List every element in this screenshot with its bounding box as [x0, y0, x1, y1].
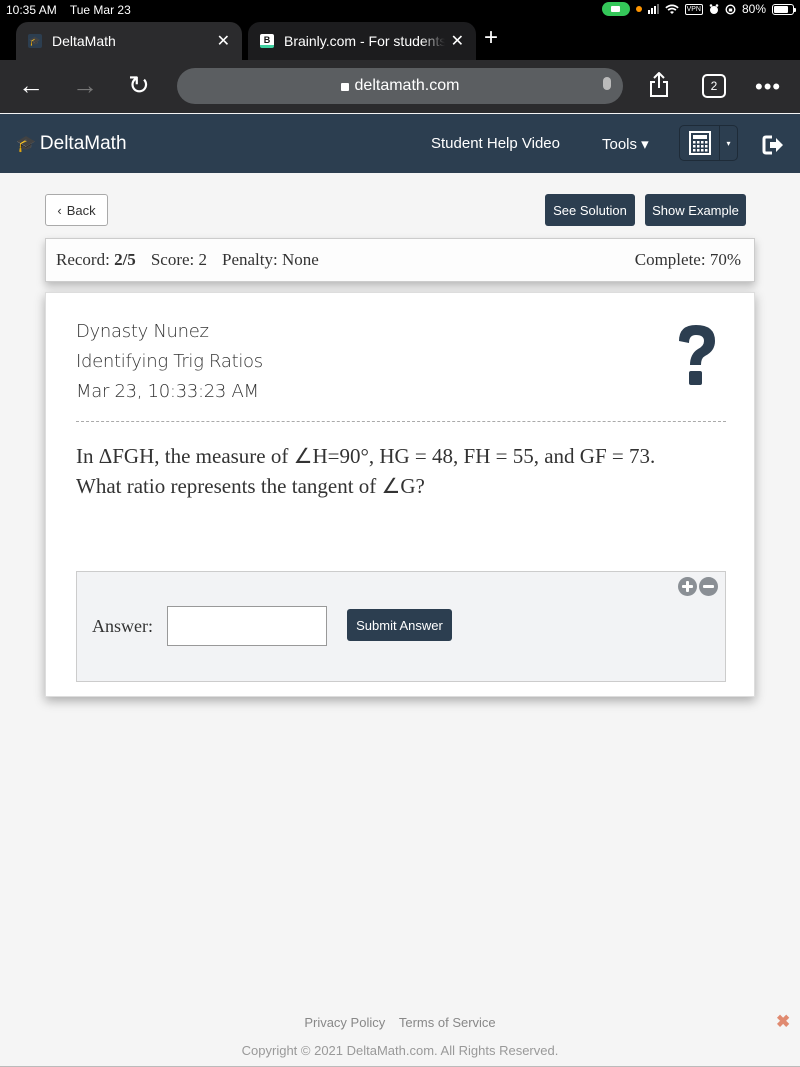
browser-tab-deltamath[interactable]: 🎓 DeltaMath ✕ [16, 22, 242, 60]
student-info: Dynasty Nunez Identifying Trig Ratios Ma… [76, 317, 263, 407]
close-footer-icon[interactable]: ✖ [776, 1012, 790, 1032]
show-example-button[interactable]: Show Example [645, 194, 746, 226]
divider [76, 421, 726, 422]
problem-card: Dynasty Nunez Identifying Trig Ratios Ma… [45, 292, 755, 697]
tab-title: DeltaMath [52, 33, 116, 49]
logout-icon[interactable] [762, 134, 784, 156]
complete-stat: Complete: 70% [634, 250, 741, 269]
question-mark-icon[interactable] [671, 321, 721, 391]
tab-count-button[interactable]: 2 [702, 74, 726, 98]
more-menu-button[interactable]: ••• [755, 74, 781, 100]
url-text: deltamath.com [354, 77, 460, 94]
copyright-text: Copyright © 2021 DeltaMath.com. All Righ… [241, 1043, 559, 1058]
status-date: Tue Mar 23 [69, 3, 131, 17]
vpn-badge: VPN [684, 3, 703, 15]
battery-icon [772, 3, 796, 15]
lock-icon [340, 83, 349, 91]
logo-text: DeltaMath [39, 133, 127, 154]
microphone-indicator-icon [635, 6, 642, 12]
battery-percent: 80% [741, 2, 766, 16]
status-time: 10:35 AM [6, 3, 57, 17]
reload-button[interactable]: ↻ [128, 70, 150, 101]
brainly-b-icon: B [260, 34, 274, 48]
address-bar[interactable]: deltamath.com [177, 68, 623, 104]
footer-links: Privacy Policy Terms of Service [0, 1015, 800, 1030]
deltamath-logo[interactable]: 🎓 DeltaMath [16, 133, 127, 155]
problem-topic: Identifying Trig Ratios [76, 351, 263, 372]
score-stat: Score: 2 [150, 250, 207, 269]
zoom-out-icon[interactable] [699, 577, 718, 596]
question-text: In ΔFGH, the measure of ∠H=90°, HG = 48,… [76, 444, 656, 498]
calculator-button[interactable]: ▾ [679, 125, 738, 161]
graduation-cap-icon: 🎓 [16, 136, 36, 153]
close-tab-icon[interactable]: ✕ [451, 31, 464, 51]
see-solution-button[interactable]: See Solution [545, 194, 635, 226]
browser-tab-brainly[interactable]: B Brainly.com - For students. By student… [248, 22, 476, 60]
calculator-dropdown-caret[interactable]: ▾ [720, 126, 737, 160]
browser-tab-bar: 🎓 DeltaMath ✕ B Brainly.com - For studen… [0, 20, 800, 60]
terms-of-service-link[interactable]: Terms of Service [399, 1015, 496, 1030]
microphone-icon[interactable] [603, 77, 611, 90]
back-label: Back [66, 202, 96, 218]
zoom-in-icon[interactable] [678, 577, 697, 596]
problem-timestamp: Mar 23, 10:33:23 AM [76, 381, 259, 402]
tab-title: Brainly.com - For students. By students. [284, 33, 445, 49]
new-tab-button[interactable]: + [484, 24, 498, 52]
penalty-stat: Penalty: None [222, 250, 319, 269]
chevron-left-icon: ‹ [57, 202, 62, 218]
student-help-video-link[interactable]: Student Help Video [431, 135, 560, 152]
camera-active-icon [601, 2, 630, 16]
record-bar: Record: 2/5 Score: 2 Penalty: None Compl… [45, 238, 755, 282]
calculator-icon [688, 131, 711, 155]
share-icon[interactable] [648, 72, 670, 98]
wifi-icon [664, 4, 679, 14]
tools-dropdown[interactable]: Tools ▾ [602, 135, 649, 153]
student-name: Dynasty Nunez [76, 321, 209, 342]
graduation-cap-icon: 🎓 [28, 34, 42, 48]
answer-input[interactable] [167, 606, 327, 646]
answer-label: Answer: [92, 616, 153, 636]
privacy-policy-link[interactable]: Privacy Policy [304, 1015, 385, 1030]
cellular-signal-icon [647, 4, 659, 14]
alarm-icon [709, 3, 719, 14]
forward-arrow-button[interactable]: → [72, 70, 98, 101]
close-tab-icon[interactable]: ✕ [217, 31, 230, 51]
back-button[interactable]: ‹ Back [45, 194, 108, 226]
site-header: 🎓 DeltaMath Student Help Video Tools ▾ ▾ [0, 114, 800, 173]
back-arrow-button[interactable]: ← [18, 70, 44, 101]
status-bar: 10:35 AM Tue Mar 23 VPN 80% [0, 0, 800, 20]
browser-toolbar: ← → ↻ deltamath.com 2 ••• [0, 60, 800, 113]
record-stat: Record: 2/5 [56, 250, 136, 269]
submit-answer-button[interactable]: Submit Answer [347, 609, 452, 641]
rotation-lock-icon [725, 3, 736, 15]
answer-area: Answer: Submit Answer [76, 571, 726, 682]
